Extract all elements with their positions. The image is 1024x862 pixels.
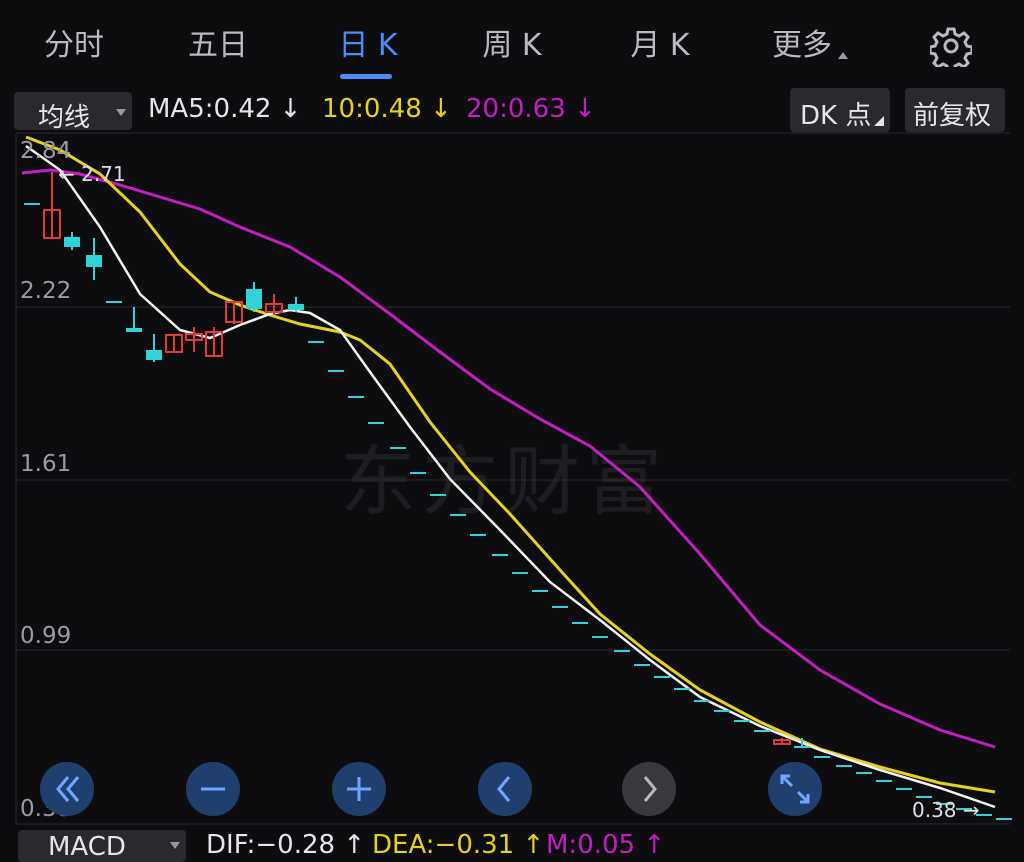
tab-weekly-k[interactable]: 周 K: [470, 22, 554, 70]
plus-icon: [347, 777, 371, 801]
candlestick-chart[interactable]: [0, 132, 1024, 828]
candle-body: [754, 730, 770, 732]
candle-body: [126, 328, 142, 332]
candle-body: [410, 472, 426, 474]
ma10-line: [25, 135, 996, 794]
m-readout: M:0.05 ↑: [546, 830, 666, 860]
candle-body: [328, 370, 344, 372]
candle-body: [552, 606, 568, 608]
dea-readout: DEA:−0.31 ↑: [372, 830, 545, 860]
candle-body: [450, 514, 466, 516]
active-tab-underline: [340, 74, 392, 79]
last-price-marker: 0.38 →: [912, 798, 980, 822]
period-tabs: 分时 五日 日 K 周 K 月 K 更多: [0, 0, 1024, 92]
candle-body: [430, 494, 446, 496]
candle-body: [512, 572, 528, 574]
candle-body: [674, 688, 690, 690]
tab-more-label: 更多: [772, 28, 832, 63]
ma5-line: [25, 144, 996, 809]
dk-point-button[interactable]: DK 点: [790, 88, 890, 132]
indicator-select-label: 均线: [38, 103, 91, 133]
candle-body: [614, 650, 630, 652]
y-axis-label: 0.99: [20, 623, 72, 649]
settings-gear-icon[interactable]: [928, 25, 974, 73]
candle-body: [814, 756, 830, 758]
ma20-line: [21, 168, 996, 749]
candle-body: [64, 237, 80, 247]
candle-body: [246, 289, 262, 309]
candle-body: [348, 396, 364, 398]
candle-body: [368, 422, 384, 424]
chevron-right-icon: [643, 776, 657, 802]
candle-body: [532, 590, 548, 592]
candle-body: [714, 710, 730, 712]
y-axis-label: 1.61: [20, 451, 72, 477]
candle-body: [856, 772, 872, 774]
dk-point-label: DK 点: [800, 101, 872, 131]
candle-body: [146, 350, 162, 360]
fullscreen-button[interactable]: [768, 762, 822, 816]
forward-adjust-button[interactable]: 前复权: [905, 88, 1005, 132]
candle-body: [572, 622, 588, 624]
zoom-out-button[interactable]: [186, 762, 240, 816]
y-axis-label: 2.22: [20, 278, 72, 304]
grid-lines: [15, 132, 1010, 825]
ma10-readout: 10:0.48 ↓: [322, 94, 452, 124]
scroll-right-button[interactable]: [622, 762, 676, 816]
scroll-left-button[interactable]: [478, 762, 532, 816]
minus-icon: [201, 787, 225, 791]
candle-body: [634, 664, 650, 666]
macd-select[interactable]: MACD: [18, 830, 186, 862]
candle-body: [896, 788, 912, 790]
tab-more[interactable]: 更多: [760, 22, 860, 70]
candle-body: [794, 746, 810, 748]
tab-daily-k[interactable]: 日 K: [326, 22, 410, 70]
dif-readout: DIF:−0.28 ↑: [206, 830, 366, 860]
high-price-marker: ← 2.71: [58, 162, 126, 186]
expand-icon: [780, 774, 810, 804]
candle-body: [492, 554, 508, 556]
candle-body: [288, 304, 304, 310]
candles: [24, 172, 1012, 820]
caret-down-icon: [116, 109, 126, 116]
candle-body: [592, 636, 608, 638]
candle-body: [836, 765, 852, 767]
zoom-in-button[interactable]: [332, 762, 386, 816]
scroll-to-start-button[interactable]: [40, 762, 94, 816]
dropdown-triangle-icon: [838, 52, 848, 59]
double-chevron-left-icon: [56, 776, 80, 802]
indicator-select[interactable]: 均线: [14, 92, 132, 133]
tab-monthly-k[interactable]: 月 K: [618, 22, 702, 70]
corner-triangle-icon: [874, 116, 884, 126]
candle-body: [470, 534, 486, 536]
candle-body: [308, 341, 324, 343]
candle-body: [86, 255, 102, 267]
candle-body: [734, 720, 750, 722]
candle-body: [996, 818, 1012, 820]
chevron-left-icon: [497, 776, 511, 802]
candle-body: [694, 700, 710, 702]
candle-body: [876, 780, 892, 782]
ma20-readout: 20:0.63 ↓: [466, 94, 596, 124]
caret-down-icon: [170, 842, 180, 849]
y-axis-label: 2.84: [20, 138, 72, 164]
candle-body: [24, 203, 40, 205]
candle-body: [106, 301, 122, 303]
tab-intraday[interactable]: 分时: [36, 22, 112, 70]
candle-body: [654, 676, 670, 678]
tab-five-day[interactable]: 五日: [180, 22, 256, 70]
macd-select-label: MACD: [48, 832, 126, 862]
ma5-readout: MA5:0.42 ↓: [148, 94, 302, 124]
forward-adjust-label: 前复权: [913, 101, 992, 131]
candle-body: [390, 447, 406, 449]
